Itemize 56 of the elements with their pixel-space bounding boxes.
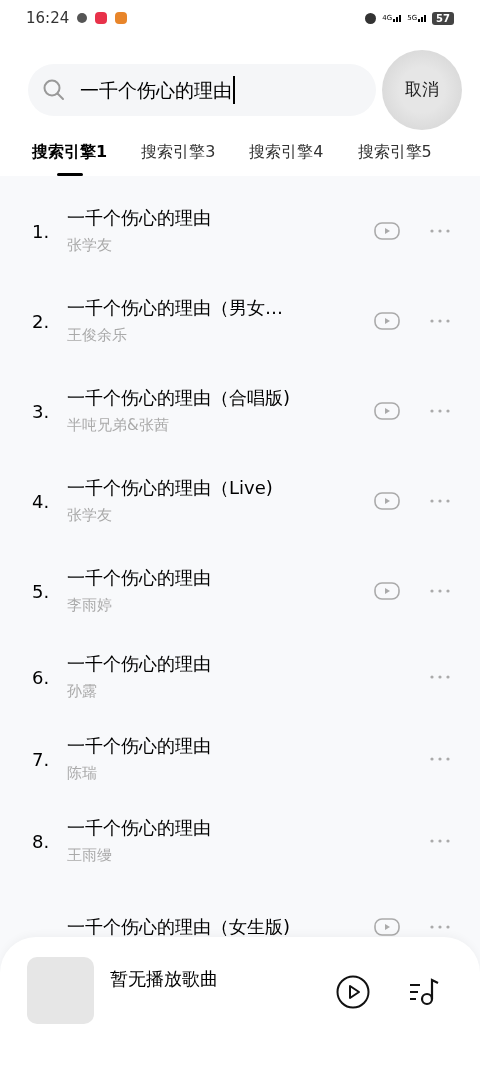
more-icon[interactable] (430, 925, 450, 929)
video-play-icon[interactable] (374, 402, 400, 420)
status-time: 16:24 (26, 7, 70, 29)
song-number: 3. (32, 399, 51, 424)
song-artist: 李雨婷 (67, 594, 113, 616)
video-play-icon[interactable] (374, 582, 400, 600)
song-artist: 陈瑞 (67, 762, 98, 784)
song-artist: 半吨兄弟&张茜 (67, 414, 170, 436)
song-title[interactable]: 一千个伤心的理由 (67, 651, 430, 676)
more-icon[interactable] (430, 839, 450, 843)
tab[interactable]: 搜索引擎4 (249, 140, 324, 176)
song-number: 8. (32, 829, 51, 854)
song-number: 1. (32, 219, 51, 244)
more-icon[interactable] (430, 409, 450, 413)
more-icon[interactable] (430, 319, 450, 323)
song-artist: 张学友 (67, 234, 113, 256)
song-title[interactable]: 一千个伤心的理由 (67, 205, 374, 230)
song-number: 2. (32, 309, 51, 334)
more-icon[interactable] (430, 675, 450, 679)
song-artist: 孙露 (67, 680, 98, 702)
song-title[interactable]: 一千个伤心的理由（Live) (67, 475, 374, 500)
video-play-icon[interactable] (374, 312, 400, 330)
search-field[interactable]: 一千个伤心的理由 (28, 64, 376, 116)
song-artist: 王雨缦 (67, 844, 113, 866)
video-play-icon[interactable] (374, 492, 400, 510)
cancel-button[interactable]: 取消 (382, 50, 462, 130)
song-number: 6. (32, 665, 51, 690)
play-icon[interactable] (336, 975, 370, 1009)
app-notification-icon (95, 12, 108, 24)
more-icon[interactable] (430, 757, 450, 761)
song-title[interactable]: 一千个伤心的理由 (67, 733, 430, 758)
app-notification-icon (77, 13, 88, 23)
song-title[interactable]: 一千个伤心的理由（女生版) (67, 915, 374, 939)
song-artist: 张学友 (67, 504, 113, 526)
more-icon[interactable] (430, 499, 450, 503)
song-title[interactable]: 一千个伤心的理由（合唱版) (67, 385, 374, 410)
tab[interactable]: 搜索引擎5 (357, 140, 432, 176)
song-number: 5. (32, 579, 51, 604)
app-notification-icon (115, 12, 128, 24)
search-icon (42, 78, 66, 102)
song-title[interactable]: 一千个伤心的理由 (67, 815, 430, 840)
song-title[interactable]: 一千个伤心的理由（男女… (67, 295, 374, 320)
album-cover (27, 957, 94, 1024)
more-icon[interactable] (430, 229, 450, 233)
playlist-icon[interactable] (408, 977, 440, 1007)
video-play-icon[interactable] (374, 918, 400, 936)
song-number: 7. (32, 747, 51, 772)
song-artist: 王俊余乐 (67, 324, 128, 346)
more-icon[interactable] (430, 589, 450, 593)
song-title[interactable]: 一千个伤心的理由 (67, 565, 374, 590)
song-number: 4. (32, 489, 51, 514)
tab[interactable]: 搜索引擎1 (32, 140, 108, 176)
tab[interactable]: 搜索引擎3 (141, 140, 216, 176)
video-play-icon[interactable] (374, 222, 400, 240)
player-title: 暂无播放歌曲 (110, 967, 219, 991)
battery-icon: 57 (432, 11, 454, 25)
